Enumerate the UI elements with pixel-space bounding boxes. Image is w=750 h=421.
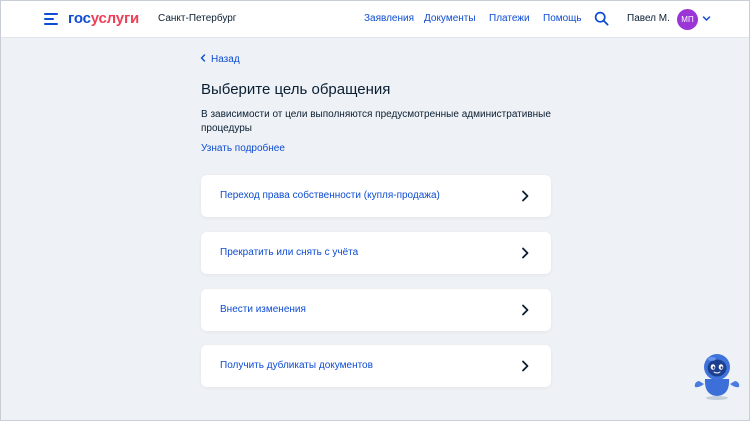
top-header: госуслуги Санкт-Петербург Заявления Доку… — [1, 1, 749, 38]
chevron-right-icon — [522, 247, 529, 259]
option-ownership-transfer[interactable]: Переход права собственности (купля-прода… — [201, 175, 551, 217]
nav-payments[interactable]: Платежи — [489, 12, 530, 26]
nav-documents[interactable]: Документы — [424, 12, 476, 26]
chevron-left-icon — [200, 54, 206, 62]
robot-assistant-icon[interactable] — [693, 351, 741, 401]
back-link[interactable]: Назад — [200, 53, 240, 66]
option-duplicate-documents[interactable]: Получить дубликаты документов — [201, 345, 551, 387]
option-label: Переход права собственности (купля-прода… — [220, 190, 440, 201]
option-label: Прекратить или снять с учёта — [220, 247, 359, 258]
chevron-down-icon[interactable] — [702, 14, 711, 23]
nav-applications[interactable]: Заявления — [364, 12, 414, 26]
city-selector[interactable]: Санкт-Петербург — [158, 12, 236, 26]
option-deregister[interactable]: Прекратить или снять с учёта — [201, 232, 551, 274]
learn-more-link[interactable]: Узнать подробнее — [201, 142, 285, 155]
gosuslugi-logo[interactable]: госуслуги — [68, 10, 139, 28]
option-label: Получить дубликаты документов — [220, 360, 373, 371]
chevron-right-icon — [522, 360, 529, 372]
option-label: Внести изменения — [220, 304, 306, 315]
burger-menu-icon[interactable] — [44, 13, 58, 25]
logo-part-1: гос — [68, 10, 91, 27]
option-make-changes[interactable]: Внести изменения — [201, 289, 551, 331]
nav-help[interactable]: Помощь — [543, 12, 582, 26]
chevron-right-icon — [522, 190, 529, 202]
app-window: госуслуги Санкт-Петербург Заявления Доку… — [0, 0, 750, 421]
search-icon[interactable] — [594, 11, 609, 26]
back-label: Назад — [211, 54, 240, 65]
user-name[interactable]: Павел М. — [627, 12, 670, 26]
logo-part-2: услуги — [90, 10, 140, 27]
page-description: В зависимости от цели выполняются предус… — [201, 109, 551, 134]
chevron-right-icon — [522, 304, 529, 316]
avatar[interactable]: МП — [677, 9, 698, 30]
page-title: Выберите цель обращения — [201, 81, 391, 98]
